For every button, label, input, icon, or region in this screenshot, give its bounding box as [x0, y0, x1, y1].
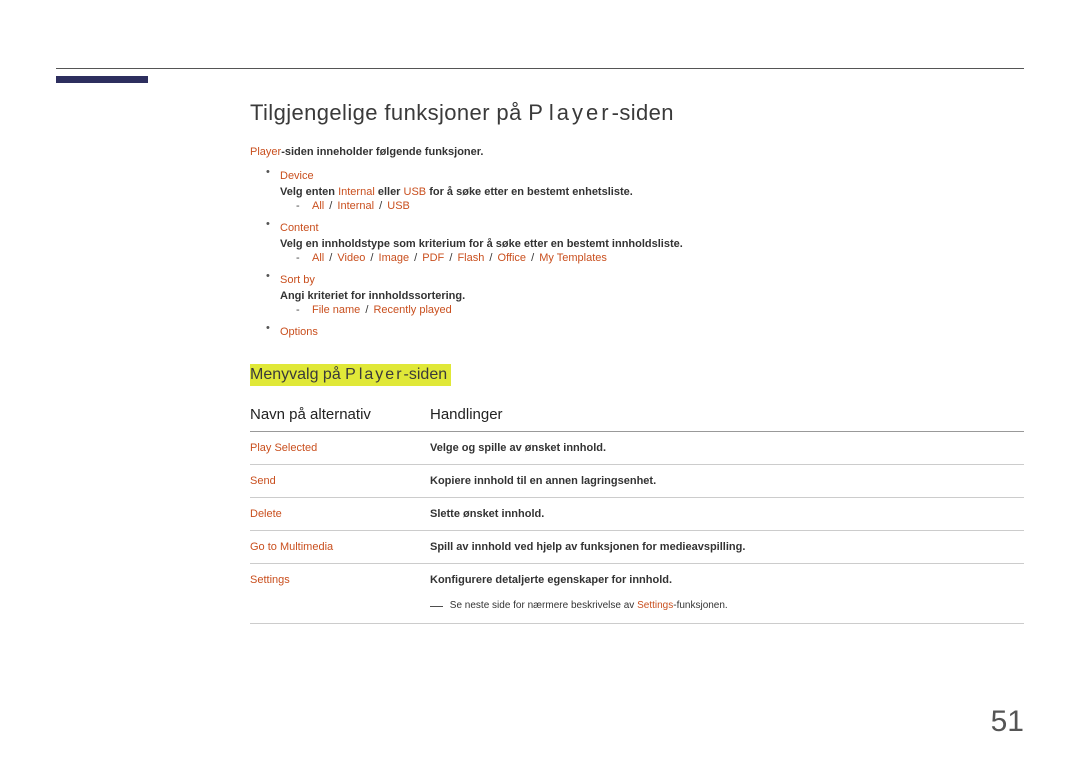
device-desc-post: for å søke etter en bestemt enhetsliste. [426, 186, 633, 198]
sep: / [528, 252, 537, 264]
main-content: Tilgjengelige funksjoner på Player-siden… [250, 100, 1024, 624]
content-opt-line: All / Video / Image / PDF / Flash / Offi… [296, 252, 1024, 264]
title-layer: layer [549, 100, 612, 125]
sortby-label: Sort by [280, 274, 315, 286]
row-action: Spill av innhold ved hjelp av funksjonen… [430, 531, 1024, 564]
content-opt-0: All [312, 252, 324, 264]
intro-text: -siden inneholder følgende funksjoner. [281, 146, 483, 158]
feature-list: Device Velg enten Internal eller USB for… [266, 166, 1024, 340]
row-name: Go to Multimedia [250, 531, 430, 564]
sep: / [326, 252, 335, 264]
options-label: Options [280, 326, 318, 338]
title-p: P [528, 100, 549, 125]
row-name: Send [250, 465, 430, 498]
content-opt-2: Image [379, 252, 410, 264]
feature-device: Device Velg enten Internal eller USB for… [266, 166, 1024, 212]
sep: / [486, 252, 495, 264]
device-opt-line: All / Internal / USB [296, 200, 1024, 212]
sub-prefix: Menyvalg på [250, 366, 345, 383]
row-action-text: Konfigurere detaljerte egenskaper for in… [430, 574, 672, 586]
settings-note: ― Se neste side for nærmere beskrivelse … [430, 592, 1024, 613]
table-row: Go to Multimedia Spill av innhold ved hj… [250, 531, 1024, 564]
sep: / [367, 252, 376, 264]
row-name: Settings [250, 564, 430, 624]
intro-player: Player [250, 146, 281, 158]
sortby-opt-line: File name / Recently played [296, 304, 1024, 316]
table-header-action: Handlinger [430, 406, 1024, 432]
sortby-desc: Angi kriteriet for innholdssortering. [280, 290, 1024, 302]
options-table: Navn på alternativ Handlinger Play Selec… [250, 406, 1024, 624]
note-pre: Se neste side for nærmere beskrivelse av [450, 600, 637, 611]
row-name: Delete [250, 498, 430, 531]
content-opt-4: Flash [457, 252, 484, 264]
intro-line: Player-siden inneholder følgende funksjo… [250, 146, 1024, 158]
device-opt-2: USB [387, 200, 410, 212]
row-action: Konfigurere detaljerte egenskaper for in… [430, 564, 1024, 624]
title-prefix: Tilgjengelige funksjoner på [250, 100, 528, 125]
content-opt-1: Video [337, 252, 365, 264]
sortby-opt-1: Recently played [373, 304, 451, 316]
table-row: Play Selected Velge og spille av ønsket … [250, 432, 1024, 465]
note-post: -funksjonen. [673, 600, 727, 611]
feature-sortby: Sort by Angi kriteriet for innholdssorte… [266, 270, 1024, 316]
table-row: Delete Slette ønsket innhold. [250, 498, 1024, 531]
device-internal: Internal [338, 186, 375, 198]
table-header-name: Navn på alternativ [250, 406, 430, 432]
subsection-title: Menyvalg på Player-siden [250, 364, 451, 386]
sortby-options: File name / Recently played [296, 304, 1024, 316]
note-settings: Settings [637, 600, 673, 611]
feature-content: Content Velg en innholdstype som kriteri… [266, 218, 1024, 264]
row-action: Kopiere innhold til en annen lagringsenh… [430, 465, 1024, 498]
sep: / [446, 252, 455, 264]
sep: / [411, 252, 420, 264]
sep: / [362, 304, 371, 316]
content-opt-6: My Templates [539, 252, 607, 264]
device-desc-pre: Velg enten [280, 186, 338, 198]
content-options: All / Video / Image / PDF / Flash / Offi… [296, 252, 1024, 264]
table-row: Settings Konfigurere detaljerte egenskap… [250, 564, 1024, 624]
sub-suffix: -siden [404, 366, 448, 383]
sep: / [376, 200, 385, 212]
device-opt-1: Internal [337, 200, 374, 212]
device-desc: Velg enten Internal eller USB for å søke… [280, 186, 1024, 198]
sub-layer: layer [359, 366, 404, 383]
page-number: 51 [991, 705, 1024, 739]
device-opt-0: All [312, 200, 324, 212]
table-row: Send Kopiere innhold til en annen lagrin… [250, 465, 1024, 498]
device-usb: USB [404, 186, 427, 198]
sortby-opt-0: File name [312, 304, 360, 316]
feature-options: Options [266, 322, 1024, 340]
top-rule [56, 68, 1024, 69]
title-suffix: -siden [612, 100, 674, 125]
content-opt-5: Office [498, 252, 527, 264]
content-desc: Velg en innholdstype som kriterium for å… [280, 238, 1024, 250]
content-opt-3: PDF [422, 252, 444, 264]
sub-p: P [345, 366, 359, 383]
row-action: Slette ønsket innhold. [430, 498, 1024, 531]
device-options: All / Internal / USB [296, 200, 1024, 212]
page-title: Tilgjengelige funksjoner på Player-siden [250, 100, 1024, 126]
content-label: Content [280, 222, 319, 234]
device-label: Device [280, 170, 314, 182]
note-dash: ― [430, 598, 443, 613]
accent-bar [56, 76, 148, 83]
device-desc-mid: eller [375, 186, 404, 198]
row-name: Play Selected [250, 432, 430, 465]
row-action: Velge og spille av ønsket innhold. [430, 432, 1024, 465]
sep: / [326, 200, 335, 212]
